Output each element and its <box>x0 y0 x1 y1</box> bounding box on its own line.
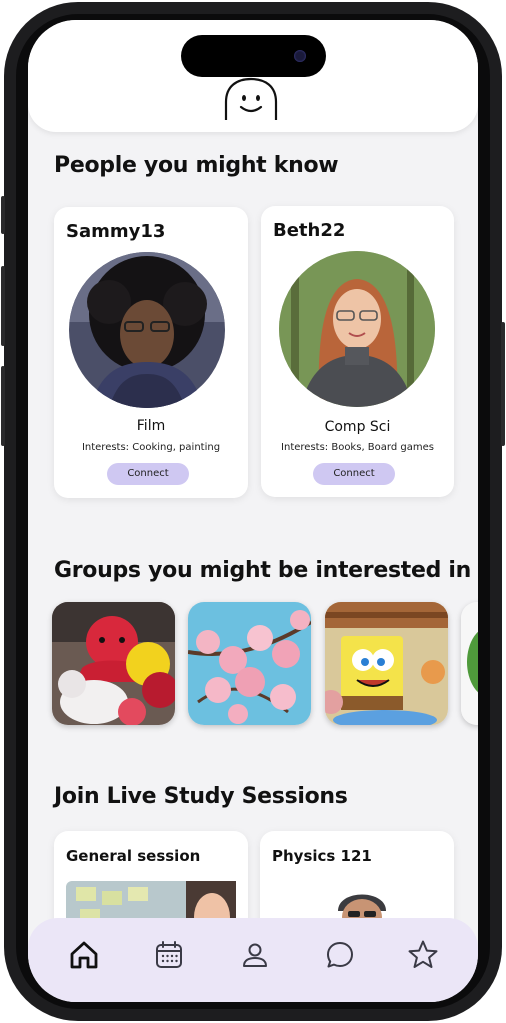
connect-button[interactable]: Connect <box>313 463 395 485</box>
star-icon <box>408 940 438 968</box>
group-thumbnail[interactable] <box>461 602 478 725</box>
bottom-tab-bar <box>28 918 478 1002</box>
tab-home[interactable] <box>67 938 101 972</box>
profile-icon <box>243 943 267 967</box>
power-button <box>501 322 505 446</box>
person-interests: Interests: Books, Board games <box>281 442 434 453</box>
connect-button[interactable]: Connect <box>107 463 189 485</box>
groups-section-title: Groups you might be interested in <box>54 558 471 583</box>
person-interests: Interests: Cooking, painting <box>81 442 221 453</box>
front-camera <box>294 50 306 62</box>
tab-profile[interactable] <box>238 938 272 972</box>
tab-chat[interactable] <box>323 938 357 972</box>
person-card[interactable]: Beth22 Comp Sci Interests: Books, Board … <box>261 206 454 497</box>
person-username: Sammy13 <box>66 221 166 242</box>
session-title: Physics 121 <box>272 847 372 865</box>
person-username: Beth22 <box>273 220 346 241</box>
person-avatar[interactable] <box>279 251 435 407</box>
sessions-section-title: Join Live Study Sessions <box>54 784 348 809</box>
person-major: Comp Sci <box>324 419 391 435</box>
home-icon <box>70 941 98 969</box>
chat-icon <box>327 942 353 968</box>
person-card[interactable]: Sammy13 Film Interests: Cooking, paintin… <box>54 207 248 498</box>
people-section-title: People you might know <box>54 153 339 178</box>
group-thumbnail[interactable] <box>325 602 448 725</box>
group-thumbnail[interactable] <box>52 602 175 725</box>
volume-down-button <box>1 366 5 446</box>
tab-calendar[interactable] <box>152 938 186 972</box>
session-title: General session <box>66 847 201 865</box>
dynamic-island <box>181 35 326 77</box>
tab-favorites[interactable] <box>406 938 440 972</box>
group-thumbnail[interactable] <box>188 602 311 725</box>
person-avatar[interactable] <box>69 252 225 408</box>
action-button <box>1 196 5 234</box>
calendar-icon <box>156 941 182 968</box>
app-header <box>28 20 478 132</box>
volume-up-button <box>1 266 5 346</box>
person-major: Film <box>136 418 166 434</box>
app-screen: People you might know Sammy13 Film Inter… <box>28 20 478 1002</box>
app-logo-icon[interactable] <box>223 76 279 120</box>
